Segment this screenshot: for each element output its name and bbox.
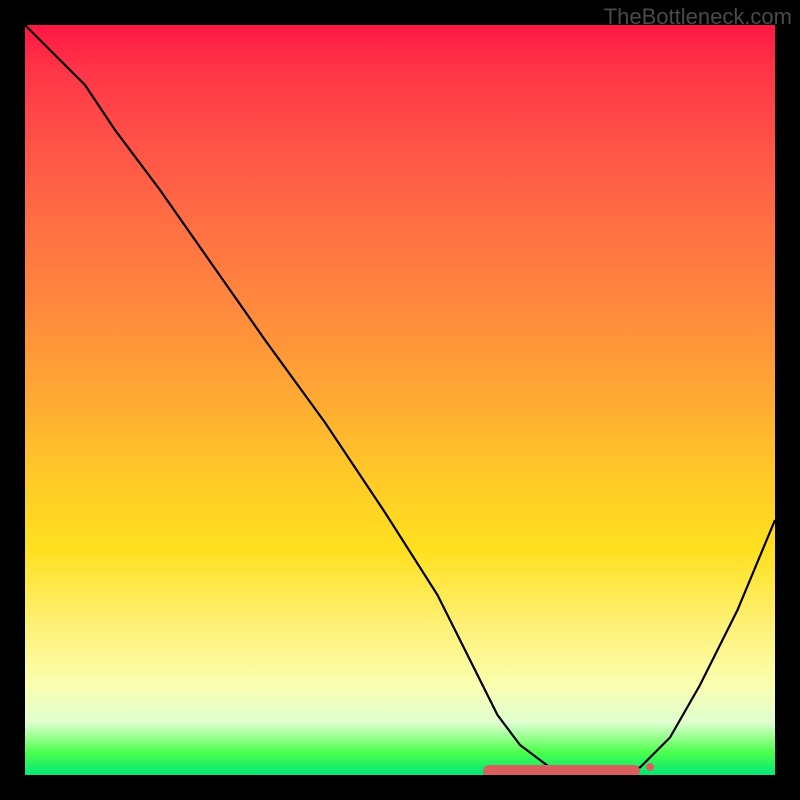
- watermark-text: TheBottleneck.com: [604, 4, 792, 30]
- chart-plot-area: [25, 25, 775, 775]
- bottleneck-curve-line: [25, 25, 775, 771]
- chart-curve-svg: [25, 25, 775, 775]
- optimal-range-marker: [483, 765, 641, 775]
